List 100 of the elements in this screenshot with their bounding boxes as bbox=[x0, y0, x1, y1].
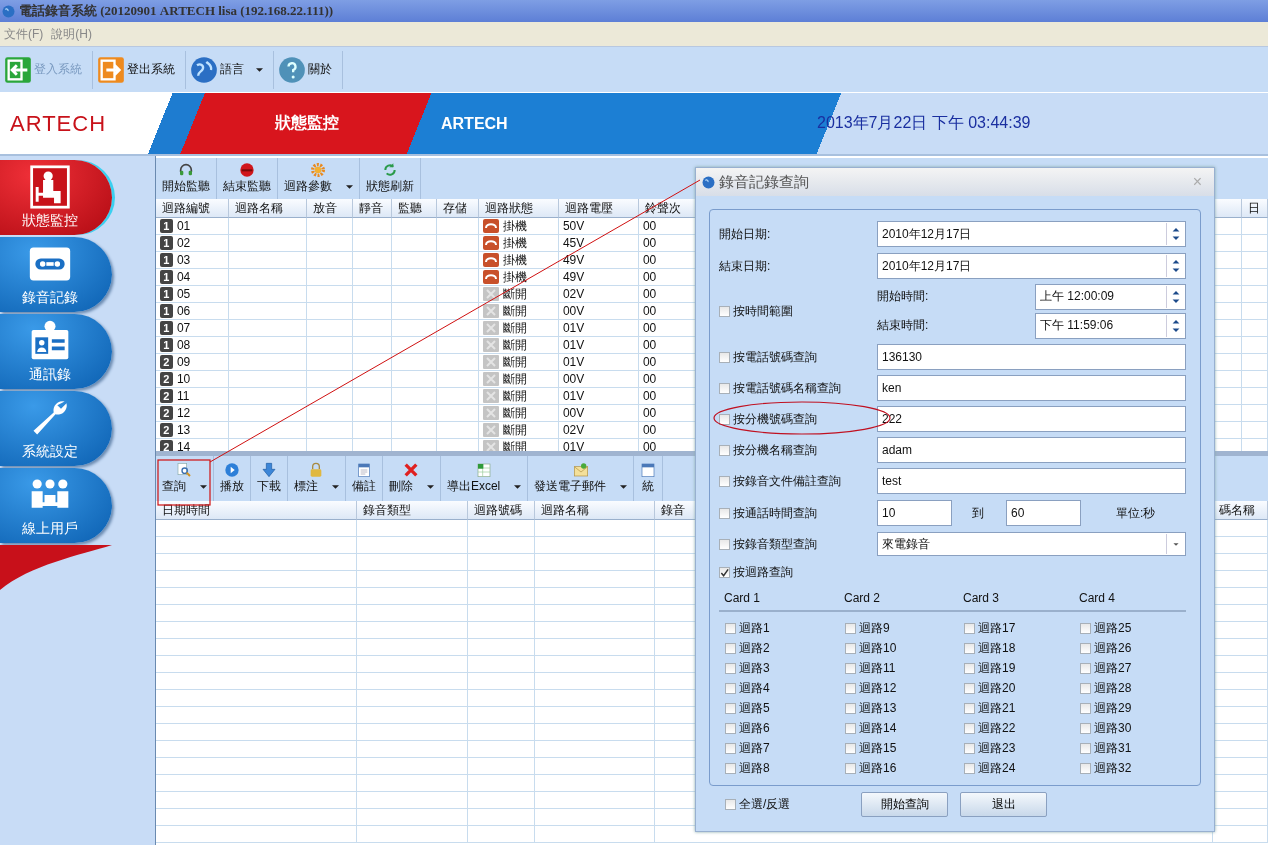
checkbox-label: 迴路21 bbox=[978, 699, 1016, 717]
checkbox[interactable] bbox=[719, 538, 730, 550]
input-field[interactable]: 60 bbox=[1006, 500, 1081, 526]
table-cell bbox=[467, 639, 535, 656]
checkbox[interactable] bbox=[719, 444, 730, 456]
toolbar-button[interactable]: 登出系統 bbox=[93, 50, 186, 89]
checkbox[interactable] bbox=[845, 742, 856, 754]
checkbox[interactable] bbox=[964, 762, 975, 774]
checkbox[interactable] bbox=[964, 622, 975, 634]
checkbox[interactable] bbox=[725, 682, 736, 694]
table-cell bbox=[467, 656, 535, 673]
sidebar-item[interactable]: 系統設定 bbox=[0, 391, 112, 466]
date-field[interactable]: 2010年12月17日 bbox=[877, 221, 1186, 247]
checkbox[interactable] bbox=[964, 682, 975, 694]
sidebar-item[interactable]: 錄音記錄 bbox=[0, 237, 112, 312]
table-cell bbox=[467, 673, 535, 690]
input-field[interactable]: adam bbox=[877, 437, 1186, 463]
checkbox[interactable] bbox=[964, 662, 975, 674]
refresh-icon bbox=[381, 162, 398, 178]
checkbox[interactable] bbox=[725, 702, 736, 714]
table-cell bbox=[306, 405, 353, 422]
checkbox[interactable] bbox=[845, 642, 856, 654]
checkbox[interactable] bbox=[1080, 662, 1091, 674]
unit-label: 單位:秒 bbox=[1116, 504, 1156, 522]
card-number: 1 bbox=[159, 321, 173, 335]
checkbox-label: 迴路15 bbox=[859, 739, 897, 757]
table-cell bbox=[391, 371, 437, 388]
toolbar-button[interactable]: 語言 bbox=[186, 50, 274, 89]
checkbox[interactable] bbox=[725, 722, 736, 734]
table-cell bbox=[352, 371, 392, 388]
checkbox[interactable] bbox=[1080, 722, 1091, 734]
checkbox[interactable] bbox=[725, 642, 736, 654]
toolbar-button[interactable]: 關於 bbox=[274, 50, 343, 89]
checkbox[interactable] bbox=[845, 682, 856, 694]
checkbox[interactable] bbox=[845, 722, 856, 734]
input-field[interactable]: ken bbox=[877, 375, 1186, 401]
checkbox[interactable] bbox=[719, 475, 730, 487]
checkbox[interactable] bbox=[719, 413, 730, 425]
checkbox[interactable] bbox=[725, 662, 736, 674]
checkbox-label: 迴路16 bbox=[859, 759, 897, 777]
channel-number: 13 bbox=[176, 423, 191, 437]
input-field[interactable]: 10 bbox=[877, 500, 952, 526]
checkbox[interactable] bbox=[964, 642, 975, 654]
checkbox[interactable] bbox=[845, 702, 856, 714]
checkbox-label: 迴路22 bbox=[978, 719, 1016, 737]
ring-count-cell: 00 bbox=[642, 287, 657, 301]
checkbox[interactable] bbox=[1080, 742, 1091, 754]
column-header[interactable]: 錄音 bbox=[660, 501, 685, 519]
person-at-desk-icon bbox=[28, 165, 72, 209]
table-cell bbox=[352, 252, 392, 269]
table-cell bbox=[391, 354, 437, 371]
date-field[interactable]: 2010年12月17日 bbox=[877, 253, 1186, 279]
time-field[interactable]: 下午 11:59:06 bbox=[1035, 312, 1186, 339]
table-cell bbox=[352, 303, 392, 320]
table-cell bbox=[391, 337, 437, 354]
checkbox[interactable] bbox=[1080, 642, 1091, 654]
table-cell bbox=[306, 269, 353, 286]
checkbox[interactable] bbox=[719, 305, 730, 317]
input-field[interactable]: test bbox=[877, 468, 1186, 494]
dialog-button[interactable]: 退出 bbox=[960, 792, 1047, 817]
checkbox[interactable] bbox=[845, 662, 856, 674]
checkbox[interactable] bbox=[719, 507, 730, 519]
checkbox[interactable] bbox=[719, 567, 730, 578]
checkbox[interactable] bbox=[964, 742, 975, 754]
checkbox[interactable] bbox=[1080, 682, 1091, 694]
checkbox[interactable] bbox=[725, 742, 736, 754]
table-cell bbox=[391, 286, 437, 303]
checkbox[interactable] bbox=[1080, 622, 1091, 634]
checkbox[interactable] bbox=[1080, 702, 1091, 714]
checkbox[interactable] bbox=[845, 622, 856, 634]
checkbox[interactable] bbox=[725, 799, 736, 810]
checkbox[interactable] bbox=[1080, 762, 1091, 774]
checkbox[interactable] bbox=[845, 762, 856, 774]
sidebar-item[interactable]: 通訊錄 bbox=[0, 314, 112, 389]
table-cell bbox=[306, 337, 353, 354]
sidebar-item[interactable]: 線上用戶 bbox=[0, 468, 112, 543]
checkbox[interactable] bbox=[719, 382, 730, 394]
table-cell bbox=[352, 405, 392, 422]
table-cell bbox=[306, 303, 353, 320]
table-cell bbox=[467, 707, 535, 724]
sidebar-item[interactable]: 狀態監控 bbox=[0, 160, 112, 235]
chart-icon bbox=[640, 462, 657, 478]
voltage-cell: 50V bbox=[562, 219, 585, 233]
dialog-button[interactable]: 開始查詢 bbox=[861, 792, 948, 817]
checkbox[interactable] bbox=[964, 702, 975, 714]
card-number: 1 bbox=[159, 236, 173, 250]
table-cell bbox=[467, 554, 535, 571]
time-field[interactable]: 上午 12:00:09 bbox=[1035, 283, 1186, 310]
checkbox[interactable] bbox=[719, 351, 730, 363]
input-field[interactable]: 136130 bbox=[877, 344, 1186, 370]
brand-name: ARTECH bbox=[441, 114, 509, 133]
checkbox[interactable] bbox=[725, 622, 736, 634]
dropdown-field[interactable]: 來電錄音 bbox=[877, 532, 1186, 556]
checkbox-label: 迴路27 bbox=[1094, 659, 1132, 677]
checkbox[interactable] bbox=[964, 722, 975, 734]
card-number: 2 bbox=[159, 355, 173, 369]
checkbox-label: 迴路8 bbox=[739, 759, 770, 777]
checkbox-label: 按分機名稱查詢 bbox=[733, 441, 817, 459]
checkbox[interactable] bbox=[725, 762, 736, 774]
table-cell bbox=[391, 388, 437, 405]
